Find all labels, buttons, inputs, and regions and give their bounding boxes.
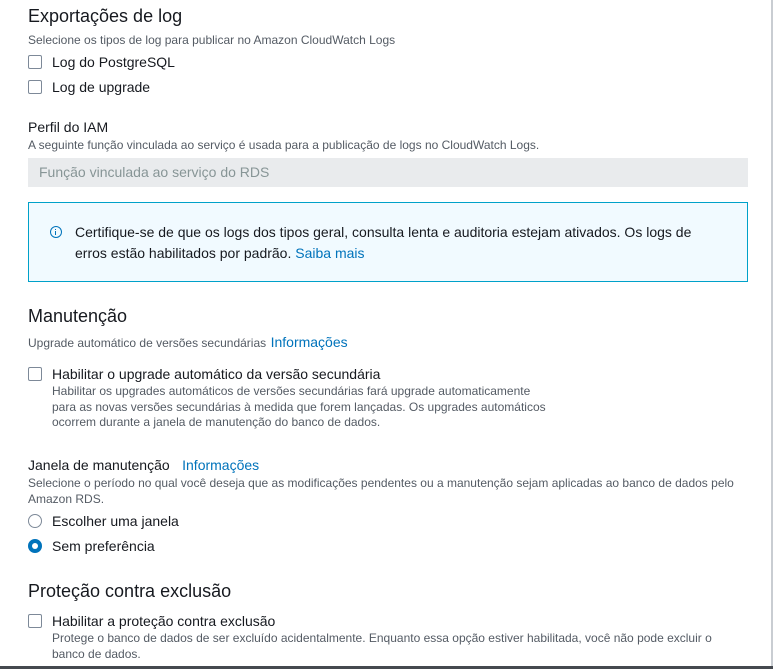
help-line: para as novas versões secundárias à medi… xyxy=(52,399,546,414)
help-line: ocorrem durante a janela de manutenção d… xyxy=(52,415,381,429)
deletion-protection-help: Protege o banco de dados de ser excluído… xyxy=(52,631,752,662)
description-line: Selecione o período no qual você deseja … xyxy=(28,476,734,490)
maintenance-window-header: Janela de manutenção Informações xyxy=(28,457,259,475)
maintenance-window-info-link[interactable]: Informações xyxy=(182,457,259,473)
auto-upgrade-row: Upgrade automático de versões secundária… xyxy=(28,334,348,352)
maintenance-title: Manutenção xyxy=(28,306,128,326)
help-line: banco de dados. xyxy=(52,646,141,661)
log-exports-title: Exportações de log xyxy=(28,6,183,26)
log-info-text: Certifique-se de que os logs dos tipos g… xyxy=(75,222,715,264)
auto-minor-upgrade-label[interactable]: Habilitar o upgrade automático da versão… xyxy=(52,366,380,382)
learn-more-link[interactable]: Saiba mais xyxy=(295,245,364,261)
choose-window-radio[interactable] xyxy=(28,514,42,528)
deletion-protection-title: Proteção contra exclusão xyxy=(28,581,232,601)
log-info-alert: Certifique-se de que os logs dos tipos g… xyxy=(28,202,748,282)
no-preference-label[interactable]: Sem preferência xyxy=(52,538,155,554)
maintenance-window-label: Janela de manutenção xyxy=(28,457,170,473)
log-exports-description: Selecione os tipos de log para publicar … xyxy=(28,33,396,47)
auto-minor-upgrade-checkbox[interactable] xyxy=(28,367,42,381)
upgrade-log-label[interactable]: Log de upgrade xyxy=(52,79,150,95)
iam-role-field: Função vinculada ao serviço do RDS xyxy=(28,158,748,187)
deletion-protection-label[interactable]: Habilitar a proteção contra exclusão xyxy=(52,613,275,629)
maintenance-window-description: Selecione o período no qual você deseja … xyxy=(28,476,748,507)
log-info-message: Certifique-se de que os logs dos tipos g… xyxy=(75,224,692,261)
iam-role-description: A seguinte função vinculada ao serviço é… xyxy=(28,138,540,152)
help-line: Protege o banco de dados de ser excluído… xyxy=(52,631,712,645)
help-line: Habilitar os upgrades automáticos de ver… xyxy=(52,384,531,398)
deletion-protection-checkbox[interactable] xyxy=(28,614,42,628)
auto-upgrade-description: Upgrade automático de versões secundária… xyxy=(28,336,267,350)
choose-window-label[interactable]: Escolher uma janela xyxy=(52,513,179,529)
auto-upgrade-info-link[interactable]: Informações xyxy=(271,334,348,350)
no-preference-radio[interactable] xyxy=(28,539,42,553)
postgresql-log-label[interactable]: Log do PostgreSQL xyxy=(52,54,175,70)
description-line: Amazon RDS. xyxy=(28,491,105,506)
info-circle-icon xyxy=(50,226,62,238)
postgresql-log-checkbox[interactable] xyxy=(28,55,42,69)
auto-minor-upgrade-help: Habilitar os upgrades automáticos de ver… xyxy=(52,384,572,431)
iam-role-label: Perfil do IAM xyxy=(28,119,109,135)
upgrade-log-checkbox[interactable] xyxy=(28,80,42,94)
